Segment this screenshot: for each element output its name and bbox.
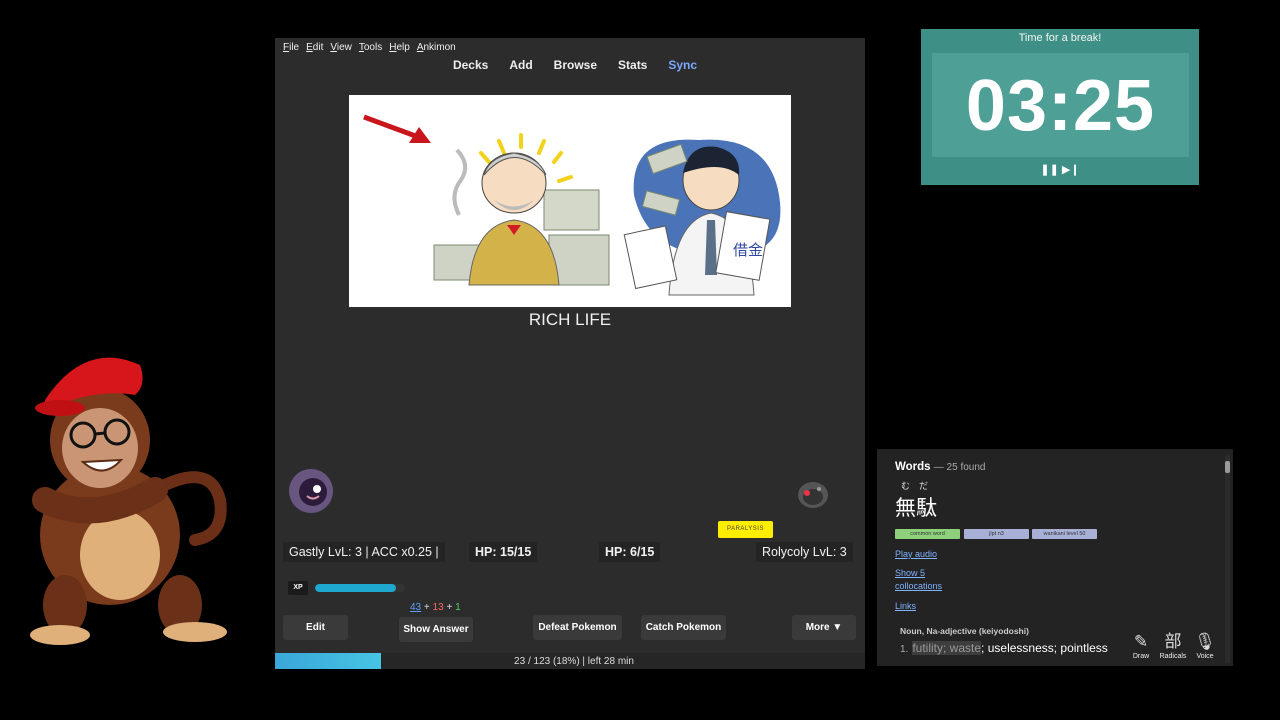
tag-jlpt: jlpt n3 [964,529,1029,539]
menu-file[interactable]: File [283,42,299,53]
toolbar-sync[interactable]: Sync [668,58,697,78]
review-progress-text: 23 / 123 (18%) | left 28 min [514,656,634,667]
voice-label: Voice [1196,653,1214,660]
more-button[interactable]: More ▼ [792,615,856,640]
streamer-avatar [30,357,227,645]
review-count: 1 [455,602,461,613]
dictionary-title: Words [895,461,931,473]
voice-tool[interactable]: 🎙 Voice [1189,631,1221,666]
draw-tool[interactable]: ✎ Draw [1125,631,1157,666]
furigana-reading: むだ [901,481,938,491]
menu-ankimon[interactable]: Ankimon [417,42,456,53]
tag-wanikani: wanikani level 50 [1032,529,1097,539]
collocations-link[interactable]: collocations [895,581,942,591]
definition-highlight: futility; waste [912,641,982,655]
definition: 1. futility; waste; uselessness; pointles… [900,641,1108,655]
main-toolbar: Decks Add Browse Stats Sync [275,58,865,78]
new-count[interactable]: 43 [410,602,421,613]
catch-pokemon-button[interactable]: Catch Pokemon [641,615,726,640]
anki-window: File Edit View Tools Help Ankimon Decks … [275,38,865,669]
card-answer-text: RICH LIFE [528,310,612,329]
break-timer: Time for a break! 03:25 ❚❚ ▶❙ [921,29,1199,185]
timer-time: 03:25 [965,66,1156,146]
count-separator: + [423,602,430,613]
menu-view[interactable]: View [330,42,352,53]
draw-icon: ✎ [1133,632,1149,651]
menu-bar: File Edit View Tools Help Ankimon [275,38,865,56]
player-hp: HP: 15/15 [469,542,538,562]
input-tools: ✎ Draw 部 Radicals 🎙 Voice [1125,631,1221,666]
xp-bar [315,584,405,592]
due-counts: 43 + 13 + 1 [410,602,461,613]
xp-bar-fill [315,584,396,592]
result-count: — 25 found [933,462,986,473]
show-collocations-link[interactable]: Show 5 [895,568,925,578]
rich-vs-debt-illustration: 借金 [363,114,781,296]
dictionary-panel: Words — 25 found むだ 無駄 common word jlpt … [877,449,1233,666]
play-audio-link[interactable]: Play audio [895,549,937,559]
card-image: 借金 [349,95,791,307]
part-of-speech: Noun, Na-adjective (keiyodoshi) [900,626,1029,636]
dictionary-scrollbar[interactable] [1225,455,1230,663]
toolbar-stats[interactable]: Stats [618,58,647,78]
gastly-sprite [289,469,333,513]
defeat-pokemon-button[interactable]: Defeat Pokemon [533,615,622,640]
toolbar-decks[interactable]: Decks [453,58,488,78]
menu-tools[interactable]: Tools [359,42,382,53]
status-badge-paralysis: PARALYSIS [718,521,773,538]
definition-number: 1. [900,644,909,655]
learn-count: 13 [432,602,444,613]
rolycoly-sprite [798,482,828,508]
player-pokemon-info: Gastly LvL: 3 | ACC x0.25 | [283,542,445,562]
scrollbar-thumb[interactable] [1225,461,1230,473]
debt-label: 借金 [733,241,763,259]
dictionary-header: Words — 25 found [895,461,986,473]
draw-label: Draw [1132,653,1150,660]
enemy-pokemon-info: Rolycoly LvL: 3 [756,542,853,562]
radicals-tool[interactable]: 部 Radicals [1157,631,1189,666]
show-answer-button[interactable]: Show Answer [399,617,473,642]
radicals-label: Radicals [1159,653,1187,660]
timer-controls[interactable]: ❚❚ ▶❙ [921,163,1199,176]
links-link[interactable]: Links [895,601,916,611]
edit-button[interactable]: Edit [283,615,348,640]
menu-edit[interactable]: Edit [306,42,323,53]
definition-text: ; uselessness; pointless [981,641,1108,655]
headword: 無駄 [895,497,937,520]
toolbar-browse[interactable]: Browse [554,58,597,78]
timer-display: 03:25 [932,53,1189,157]
count-separator: + [446,602,453,613]
microphone-icon: 🎙 [1194,632,1216,651]
enemy-hp: HP: 6/15 [599,542,661,562]
menu-help[interactable]: Help [389,42,410,53]
timer-title: Time for a break! [1018,32,1102,44]
xp-label: XP [288,581,308,595]
toolbar-add[interactable]: Add [509,58,532,78]
tag-common-word: common word [895,529,960,539]
radicals-icon: 部 [1164,632,1182,651]
